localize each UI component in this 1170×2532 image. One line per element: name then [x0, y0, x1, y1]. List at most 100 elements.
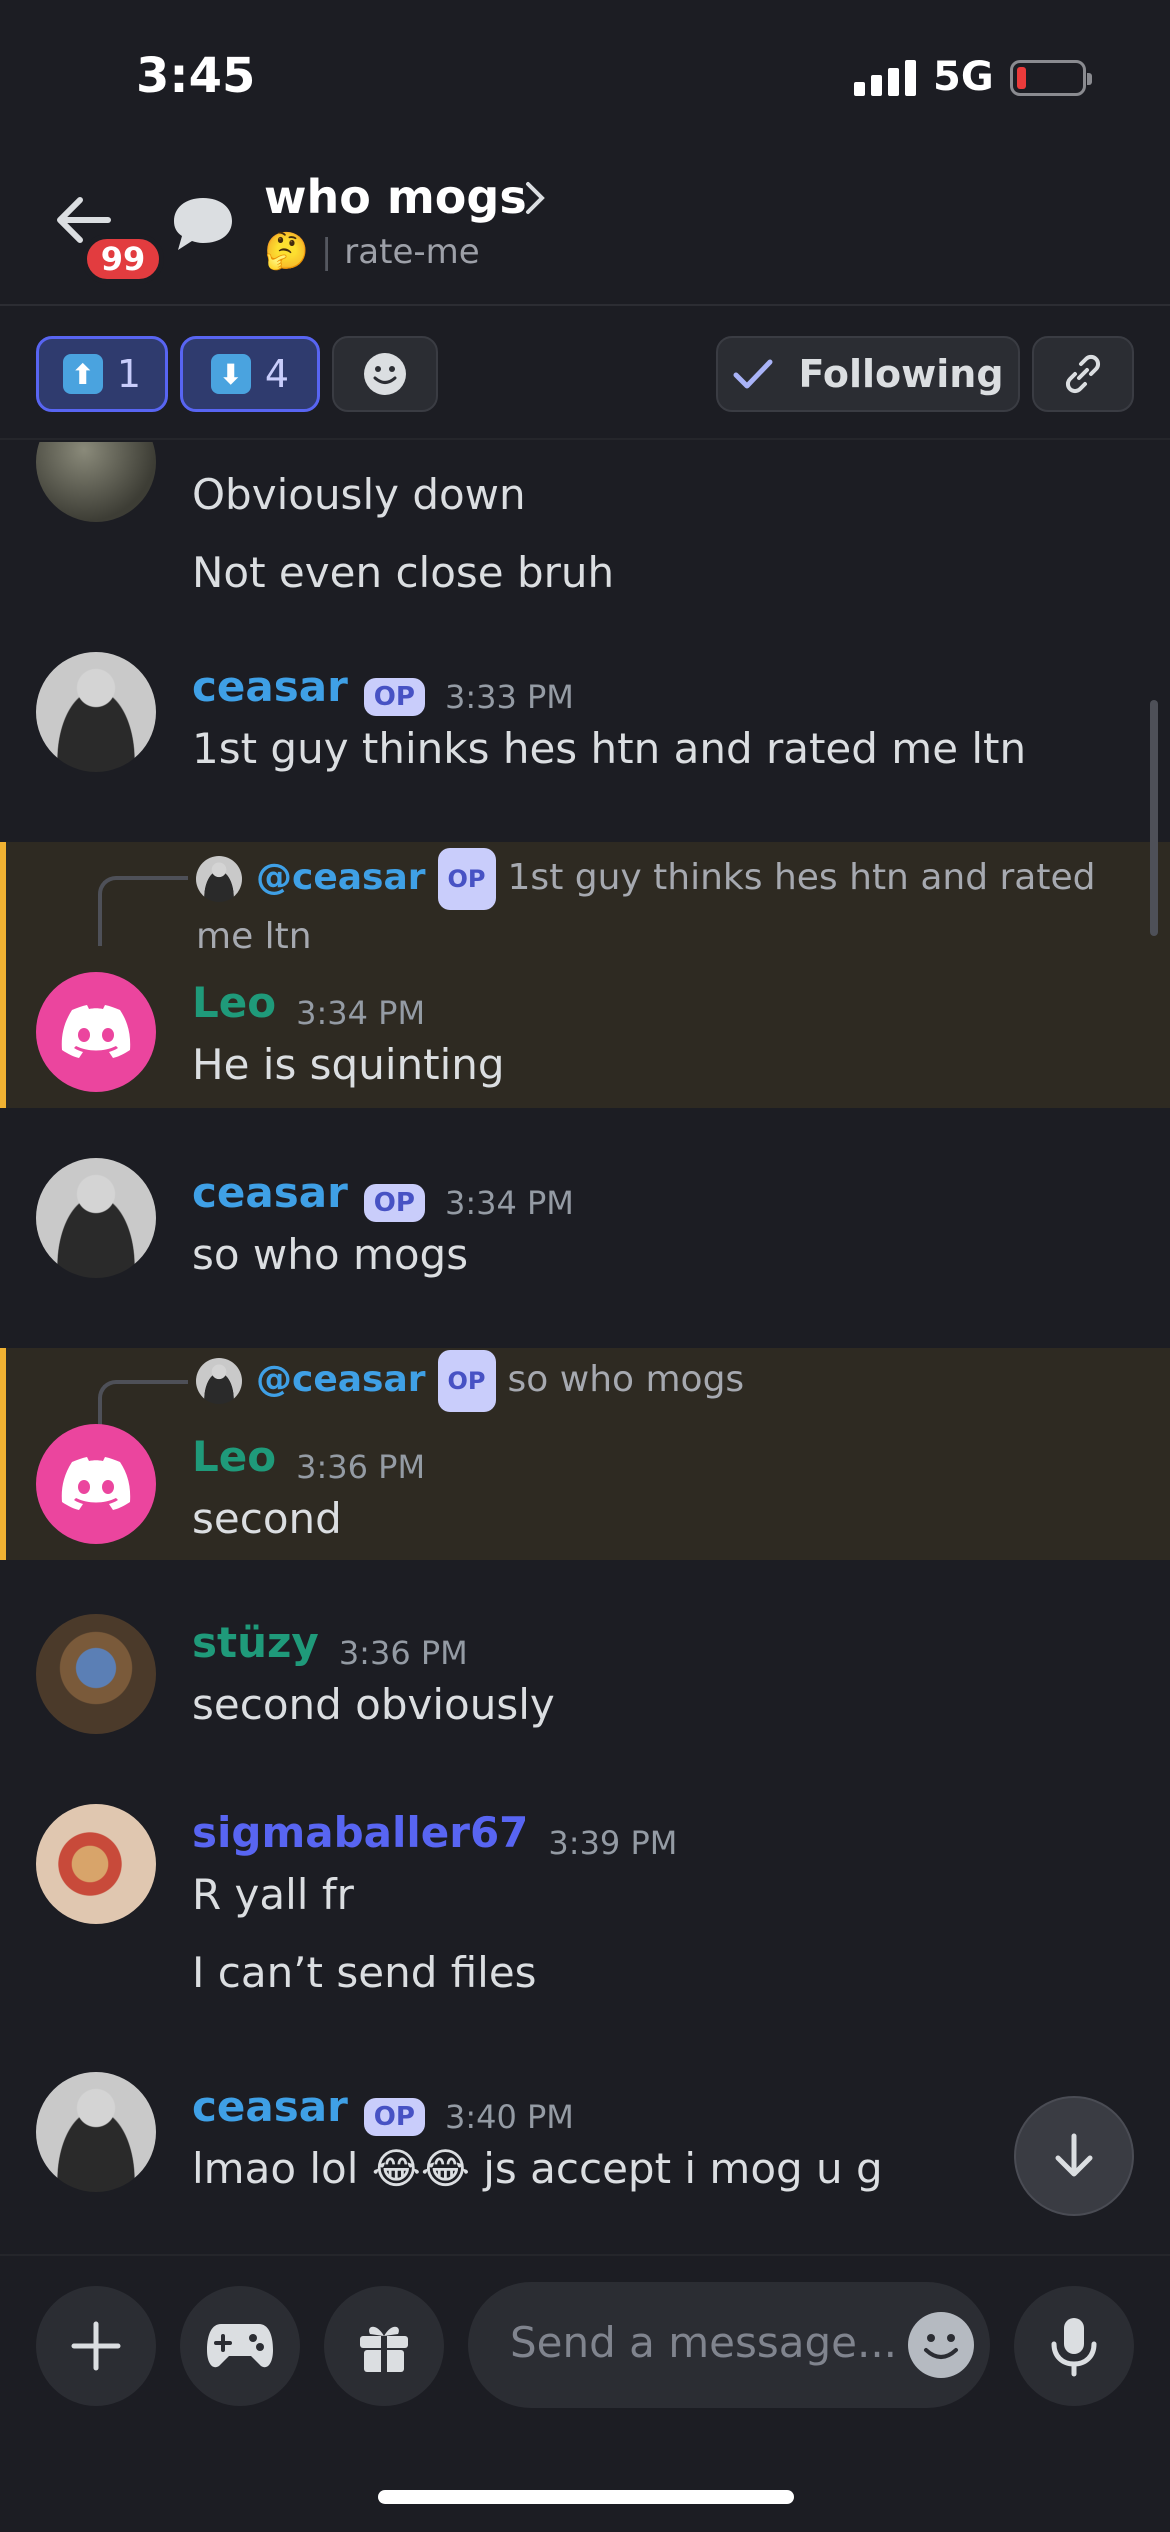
- thread-header: 99 who mogs 🤔 | rate-me: [0, 150, 1170, 306]
- thread-title[interactable]: who mogs: [264, 170, 527, 224]
- microphone-icon: [1051, 2318, 1097, 2377]
- message-item: @ceasar OP so who mogs Leo 3:36 PM second: [0, 1348, 1170, 1560]
- author-name[interactable]: ceasar: [192, 2082, 348, 2131]
- scrollbar[interactable]: [1150, 700, 1158, 936]
- reply-avatar: [196, 856, 242, 902]
- reply-preview[interactable]: @ceasar OP so who mogs: [196, 1350, 1146, 1412]
- avatar[interactable]: [36, 442, 156, 522]
- signal-icon: [854, 60, 916, 96]
- author-name[interactable]: ceasar: [192, 662, 348, 711]
- message-item: ceasar OP 3:33 PM 1st guy thinks hes htn a…: [0, 652, 1170, 792]
- message-item: @ceasar OP 1st guy thinks hes htn and rate…: [0, 842, 1170, 1108]
- message-text: lmao lol 😂😂 js accept i mog u g: [192, 2144, 883, 2193]
- downvote-reaction[interactable]: ⬇ 4: [180, 336, 320, 412]
- timestamp: 3:34 PM: [444, 1183, 574, 1222]
- message-item: ceasar OP 3:34 PM so who mogs: [0, 1158, 1170, 1298]
- add-attachment-button[interactable]: [36, 2286, 156, 2406]
- op-badge: OP: [363, 2097, 425, 2136]
- check-icon: [733, 359, 773, 389]
- copy-link-button[interactable]: [1032, 336, 1134, 412]
- smiley-icon: [364, 353, 406, 395]
- op-badge: OP: [437, 1350, 496, 1412]
- reply-connector: [98, 1380, 188, 1430]
- author-name[interactable]: Leo: [192, 978, 276, 1027]
- plus-icon: [71, 2321, 121, 2371]
- chevron-right-icon[interactable]: [520, 178, 550, 218]
- message-item: ceasar OP 3:40 PM lmao lol 😂😂 js accept i …: [0, 2072, 1170, 2222]
- message-item: stüzy 3:36 PM second obviously: [0, 1614, 1170, 1754]
- add-reaction-button[interactable]: [332, 336, 438, 412]
- avatar[interactable]: [36, 1804, 156, 1924]
- author-name[interactable]: Leo: [192, 1432, 276, 1481]
- reply-mention: @ceasar: [256, 1359, 426, 1400]
- message-item: Obviously down Not even close bruh: [0, 442, 1170, 597]
- timestamp: 3:36 PM: [296, 1447, 426, 1486]
- following-button[interactable]: Following: [716, 336, 1020, 412]
- timestamp: 3:39 PM: [548, 1823, 678, 1862]
- parent-channel: rate-me: [344, 232, 480, 272]
- emoji-picker-button[interactable]: [908, 2312, 974, 2378]
- jump-to-bottom-button[interactable]: [1014, 2096, 1134, 2216]
- message-input-placeholder: Send a message...: [510, 2318, 898, 2367]
- avatar[interactable]: [36, 2072, 156, 2192]
- timestamp: 3:36 PM: [338, 1633, 468, 1672]
- upvote-reaction[interactable]: ⬆ 1: [36, 336, 168, 412]
- gift-button[interactable]: [324, 2286, 444, 2406]
- reply-preview[interactable]: @ceasar OP 1st guy thinks hes htn and rate…: [196, 848, 1146, 964]
- op-badge: OP: [363, 1183, 425, 1222]
- arrow-down-icon: [1055, 2133, 1093, 2177]
- timestamp: 3:40 PM: [444, 2097, 574, 2136]
- reply-avatar: [196, 1358, 242, 1404]
- op-badge: OP: [363, 677, 425, 716]
- author-name[interactable]: sigmaballer67: [192, 1808, 528, 1857]
- avatar[interactable]: [36, 1424, 156, 1544]
- timestamp: 3:34 PM: [296, 993, 426, 1032]
- message-text: I can’t send files: [192, 1948, 537, 1997]
- home-indicator[interactable]: [378, 2490, 794, 2504]
- author-name[interactable]: ceasar: [192, 1168, 348, 1217]
- message-text: Obviously down: [192, 470, 526, 519]
- smiley-icon: [924, 2334, 958, 2359]
- gift-icon: [360, 2326, 408, 2372]
- reply-connector: [98, 876, 188, 946]
- thread-subtitle[interactable]: 🤔 | rate-me: [264, 230, 480, 272]
- up-arrow-emoji-icon: ⬆: [62, 354, 103, 394]
- message-text: He is squinting: [192, 1040, 505, 1089]
- avatar[interactable]: [36, 1614, 156, 1734]
- upvote-count: 1: [116, 352, 142, 396]
- status-time: 3:45: [136, 48, 256, 104]
- separator: |: [320, 232, 333, 272]
- message-input[interactable]: Send a message...: [468, 2282, 990, 2408]
- message-list[interactable]: Obviously down Not even close bruh ceasa…: [0, 442, 1170, 2252]
- down-arrow-emoji-icon: ⬇: [210, 354, 251, 394]
- message-text: second obviously: [192, 1680, 555, 1729]
- avatar[interactable]: [36, 972, 156, 1092]
- message-text: so who mogs: [192, 1230, 469, 1279]
- message-text: Not even close bruh: [192, 548, 615, 597]
- thinking-emoji: 🤔: [264, 231, 309, 272]
- message-text: R yall fr: [192, 1870, 354, 1919]
- message-text: 1st guy thinks hes htn and rated me ltn: [192, 724, 1027, 773]
- discord-logo-icon: [61, 1457, 131, 1510]
- thread-icon: [174, 198, 232, 250]
- activities-button[interactable]: [180, 2286, 300, 2406]
- author-name[interactable]: stüzy: [192, 1618, 319, 1667]
- message-item: sigmaballer67 3:39 PM R yall fr I can’t s…: [0, 1804, 1170, 2024]
- voice-message-button[interactable]: [1014, 2286, 1134, 2406]
- timestamp: 3:33 PM: [444, 677, 574, 716]
- avatar[interactable]: [36, 652, 156, 772]
- message-text: second: [192, 1494, 342, 1543]
- reply-mention: @ceasar: [256, 857, 426, 898]
- gamepad-icon: [207, 2324, 273, 2368]
- status-bar: 3:45 5G: [0, 0, 1170, 150]
- reply-text: so who mogs: [507, 1359, 745, 1400]
- link-icon: [1065, 354, 1101, 394]
- following-label: Following: [798, 352, 1004, 396]
- op-badge: OP: [437, 848, 496, 910]
- unread-badge: 99: [82, 234, 164, 284]
- downvote-count: 4: [264, 352, 290, 396]
- avatar[interactable]: [36, 1158, 156, 1278]
- network-label: 5G: [933, 54, 994, 100]
- reaction-bar: ⬆ 1 ⬇ 4 Following: [0, 306, 1170, 440]
- battery-icon: [1010, 60, 1092, 96]
